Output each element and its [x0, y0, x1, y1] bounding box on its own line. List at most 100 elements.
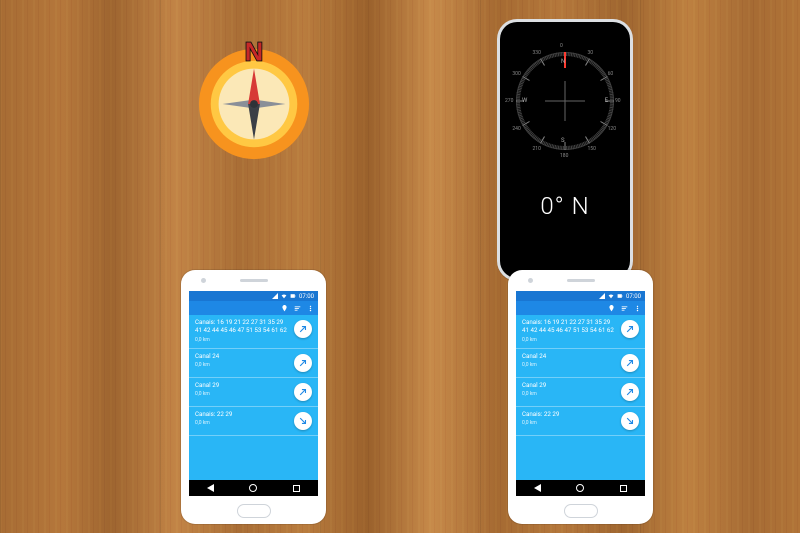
- signal-icon: [272, 293, 278, 299]
- svg-text:N: N: [245, 39, 263, 67]
- android-navbar: [516, 480, 645, 496]
- front-camera: [201, 278, 206, 283]
- app-toolbar: [189, 301, 318, 315]
- direction-button[interactable]: [621, 383, 639, 401]
- arrow-icon: [624, 386, 636, 398]
- cardinal-n: N: [561, 58, 565, 65]
- iphone-notch: [538, 22, 592, 32]
- degree-label: 240: [512, 126, 520, 132]
- android-screen: 07:00 Canais: 16 19 21 22 27 31 35 29 41…: [516, 291, 645, 496]
- list-item[interactable]: Canal 240,0 km: [189, 349, 318, 378]
- arrow-icon: [297, 323, 309, 335]
- direction-button[interactable]: [294, 383, 312, 401]
- front-camera: [528, 278, 533, 283]
- row-distance: 0,0 km: [522, 362, 615, 368]
- degree-label: 330: [533, 50, 541, 56]
- list-item[interactable]: Canal 290,0 km: [189, 378, 318, 407]
- iphone-device: N E S W 0306090120150180210240270300330 …: [497, 19, 633, 281]
- list-item[interactable]: Canais: 16 19 21 22 27 31 35 29 41 42 44…: [189, 315, 318, 349]
- direction-button[interactable]: [294, 412, 312, 430]
- arrow-icon: [297, 357, 309, 369]
- compass-badge: N: [195, 45, 313, 163]
- bearing-readout: 0° N: [500, 192, 630, 220]
- hardware-home-button[interactable]: [564, 504, 598, 518]
- nav-recent-icon[interactable]: [293, 485, 300, 492]
- direction-button[interactable]: [621, 320, 639, 338]
- more-icon[interactable]: [634, 305, 641, 312]
- statusbar-time: 07:00: [626, 293, 641, 300]
- dial-crosshair: [545, 81, 585, 121]
- battery-icon: [617, 293, 623, 299]
- android-statusbar: 07:00: [516, 291, 645, 301]
- arrow-icon: [624, 415, 636, 427]
- direction-button[interactable]: [621, 354, 639, 372]
- compass-dial: N E S W 0306090120150180210240270300330: [510, 46, 620, 156]
- row-title: Canais: 22 29: [195, 411, 288, 419]
- degree-label: 270: [505, 98, 513, 104]
- direction-button[interactable]: [294, 354, 312, 372]
- degree-label: 0: [560, 43, 563, 49]
- earpiece: [567, 279, 595, 282]
- nav-home-icon[interactable]: [576, 484, 584, 492]
- row-distance: 0,0 km: [195, 391, 288, 397]
- degree-label: 90: [615, 98, 621, 104]
- cardinal-e: E: [605, 97, 608, 104]
- row-title: Canal 24: [195, 353, 288, 361]
- direction-button[interactable]: [294, 320, 312, 338]
- degree-label: 210: [533, 146, 541, 152]
- list-item[interactable]: Canais: 16 19 21 22 27 31 35 29 41 42 44…: [516, 315, 645, 349]
- row-title: Canais: 16 19 21 22 27 31 35 29 41 42 44…: [195, 319, 288, 335]
- degree-label: 60: [608, 71, 614, 77]
- app-toolbar: [516, 301, 645, 315]
- row-distance: 0,0 km: [522, 391, 615, 397]
- android-statusbar: 07:00: [189, 291, 318, 301]
- row-distance: 0,0 km: [195, 337, 288, 343]
- degree-label: 300: [512, 71, 520, 77]
- wifi-icon: [608, 293, 614, 299]
- android-device-right: 07:00 Canais: 16 19 21 22 27 31 35 29 41…: [508, 270, 653, 524]
- nav-recent-icon[interactable]: [620, 485, 627, 492]
- row-title: Canal 24: [522, 353, 615, 361]
- wood-background: [0, 0, 800, 533]
- degree-label: 150: [588, 146, 596, 152]
- degree-label: 120: [608, 126, 616, 132]
- list-item[interactable]: Canal 240,0 km: [516, 349, 645, 378]
- row-distance: 0,0 km: [195, 420, 288, 426]
- more-icon[interactable]: [307, 305, 314, 312]
- arrow-icon: [624, 323, 636, 335]
- arrow-icon: [624, 357, 636, 369]
- pin-icon[interactable]: [281, 305, 288, 312]
- arrow-icon: [297, 386, 309, 398]
- list-item[interactable]: Canais: 22 290,0 km: [189, 407, 318, 436]
- row-distance: 0,0 km: [522, 337, 615, 343]
- arrow-icon: [297, 415, 309, 427]
- north-letter-icon: N: [237, 35, 271, 69]
- nav-back-icon[interactable]: [207, 484, 214, 492]
- degree-label: 30: [588, 50, 594, 56]
- row-distance: 0,0 km: [195, 362, 288, 368]
- battery-icon: [290, 293, 296, 299]
- row-title: Canais: 22 29: [522, 411, 615, 419]
- nav-back-icon[interactable]: [534, 484, 541, 492]
- pin-icon[interactable]: [608, 305, 615, 312]
- row-title: Canal 29: [522, 382, 615, 390]
- channel-list[interactable]: Canais: 16 19 21 22 27 31 35 29 41 42 44…: [516, 315, 645, 480]
- list-item[interactable]: Canais: 22 290,0 km: [516, 407, 645, 436]
- statusbar-time: 07:00: [299, 293, 314, 300]
- android-device-left: 07:00 Canais: 16 19 21 22 27 31 35 29 41…: [181, 270, 326, 524]
- iphone-screen: N E S W 0306090120150180210240270300330 …: [500, 22, 630, 278]
- hardware-home-button[interactable]: [237, 504, 271, 518]
- sort-icon[interactable]: [621, 305, 628, 312]
- channel-list[interactable]: Canais: 16 19 21 22 27 31 35 29 41 42 44…: [189, 315, 318, 480]
- cardinal-w: W: [522, 97, 527, 104]
- cardinal-s: S: [561, 137, 565, 144]
- sort-icon[interactable]: [294, 305, 301, 312]
- earpiece: [240, 279, 268, 282]
- nav-home-icon[interactable]: [249, 484, 257, 492]
- row-distance: 0,0 km: [522, 420, 615, 426]
- degree-label: 180: [560, 153, 568, 159]
- row-title: Canais: 16 19 21 22 27 31 35 29 41 42 44…: [522, 319, 615, 335]
- android-screen: 07:00 Canais: 16 19 21 22 27 31 35 29 41…: [189, 291, 318, 496]
- direction-button[interactable]: [621, 412, 639, 430]
- list-item[interactable]: Canal 290,0 km: [516, 378, 645, 407]
